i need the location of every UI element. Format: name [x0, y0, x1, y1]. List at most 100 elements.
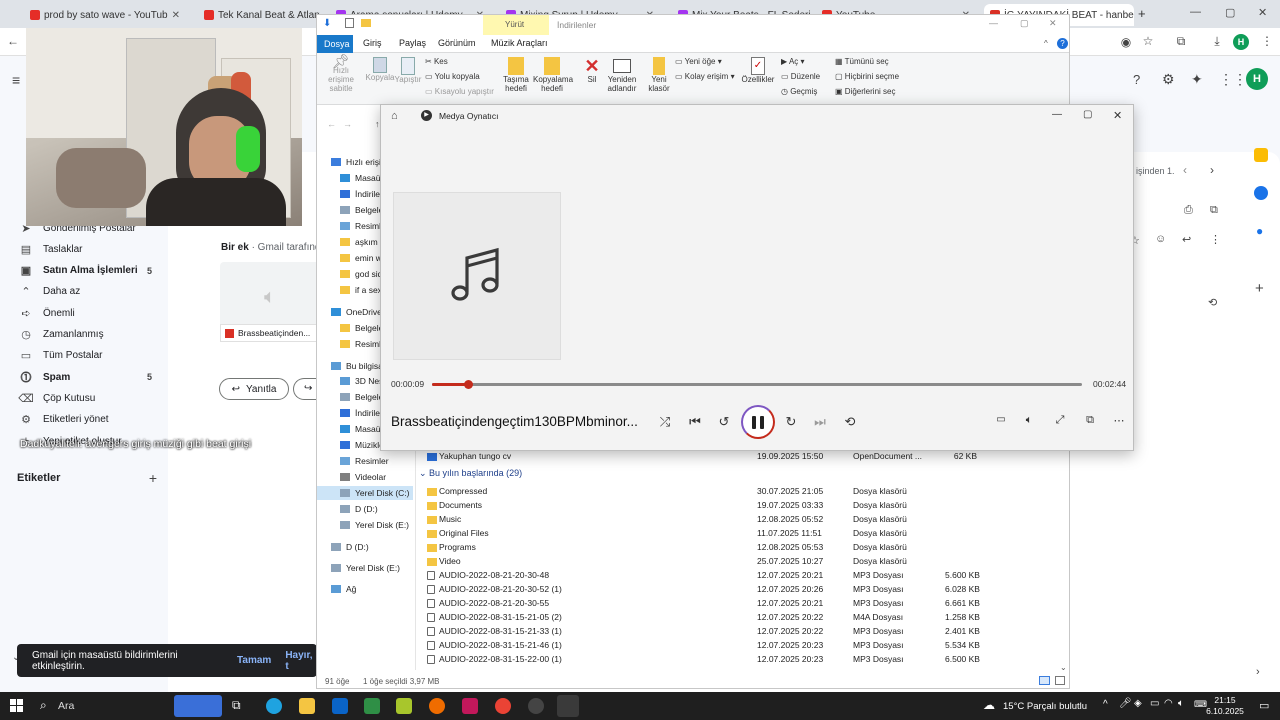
file-row[interactable]: AUDIO-2022-08-31-15-21-05 (2) 12.07.2025 …: [425, 611, 1045, 625]
app-icon[interactable]: [462, 698, 478, 714]
new-folder-button[interactable]: Yeni klasör: [645, 57, 673, 93]
tray-app-icon[interactable]: ◈: [1134, 698, 1142, 709]
get-addons-plus-icon[interactable]: +: [1255, 280, 1264, 297]
nav-item[interactable]: aşkım ç: [340, 235, 384, 249]
download-icon[interactable]: ⤓: [1208, 34, 1226, 49]
player-close-icon[interactable]: ✕: [1113, 109, 1122, 122]
explorer-minimize-icon[interactable]: —: [989, 18, 998, 28]
wifi-icon[interactable]: ◠: [1164, 698, 1173, 709]
nav-item[interactable]: İndirilen: [340, 187, 385, 201]
sidebar-item[interactable]: ⚙ Etiketleri yönet: [0, 410, 170, 430]
settings-gear-icon[interactable]: ⚙: [1162, 71, 1175, 88]
help-icon[interactable]: ?: [1057, 38, 1068, 49]
mini-player-icon[interactable]: ⧉: [1080, 414, 1100, 427]
file-row[interactable]: AUDIO-2022-08-21-20-30-48 12.07.2025 20:2…: [425, 569, 1045, 583]
edit-button[interactable]: ▭ Düzenle: [781, 72, 820, 81]
copy-path-button[interactable]: ▭ Yolu kopyala: [425, 72, 480, 81]
extension-icon[interactable]: ◉: [1117, 35, 1135, 49]
battery-icon[interactable]: ▭: [1150, 698, 1159, 709]
nav-item[interactable]: Yerel Disk (C:): [317, 486, 413, 500]
paste-button[interactable]: Yapıştır: [393, 57, 423, 84]
sidebar-item[interactable]: ▭ Tüm Postalar: [0, 346, 170, 366]
tab-view[interactable]: Görünüm: [438, 38, 476, 48]
account-avatar[interactable]: H: [1246, 68, 1268, 90]
nav-item[interactable]: D (D:): [331, 540, 369, 554]
nav-item[interactable]: if a sex: [340, 283, 382, 297]
file-row[interactable]: Compressed 30.07.2025 21:05 Dosya klasörü: [425, 485, 1045, 499]
copy-to-button[interactable]: Kopyalama hedefi: [533, 57, 573, 93]
file-row[interactable]: Yakuphan tungo cv 19.09.2025 15:50 OpenDoc…: [425, 450, 1045, 464]
nav-item[interactable]: D (D:): [340, 502, 378, 516]
nav-item[interactable]: OneDrive: [331, 305, 382, 319]
pin-quick-access-button[interactable]: 📌︎ Hızlı erişime sabitle: [321, 54, 361, 93]
brave-icon[interactable]: [429, 698, 445, 714]
edge-icon[interactable]: [266, 698, 282, 714]
file-row[interactable]: AUDIO-2022-08-31-15-21-46 (1) 12.07.2025 …: [425, 639, 1045, 653]
select-none-button[interactable]: ▢ Hiçbirini seçme: [835, 72, 899, 81]
repeat-icon[interactable]: ⟲: [840, 414, 860, 430]
keep-icon[interactable]: [1254, 148, 1268, 162]
file-row[interactable]: Programs 12.08.2025 05:53 Dosya klasörü: [425, 541, 1045, 555]
start-windows-icon[interactable]: [10, 699, 23, 712]
emoji-icon[interactable]: ☺: [1155, 233, 1166, 245]
back-arrow-icon[interactable]: ←: [4, 34, 22, 48]
sidebar-item[interactable]: ⓵ Spam 5: [0, 367, 170, 387]
print-icon[interactable]: ⎙: [1184, 204, 1193, 217]
tray-chevron-icon[interactable]: ^: [1103, 699, 1108, 710]
explorer-maximize-icon[interactable]: ▢: [1020, 18, 1029, 29]
previous-track-icon[interactable]: ⏮︎: [685, 414, 705, 430]
nav-item[interactable]: İndirilen: [340, 406, 385, 420]
file-row[interactable]: Documents 19.07.2025 03:33 Dosya klasörü: [425, 499, 1045, 513]
browser-tab[interactable]: prod by sato wave - YouTub ✕: [24, 4, 184, 26]
obs-icon[interactable]: [528, 698, 544, 714]
apps-grid-icon[interactable]: ⋮⋮: [1219, 71, 1247, 88]
search-highlight-image[interactable]: [174, 695, 222, 717]
file-row[interactable]: AUDIO-2022-08-31-15-22-00 (1) 12.07.2025 …: [425, 653, 1045, 667]
nav-forward-icon[interactable]: →: [343, 119, 352, 129]
details-view-icon[interactable]: [1039, 676, 1050, 685]
rename-button[interactable]: Yeniden adlandır: [605, 57, 639, 93]
new-tab-icon[interactable]: +: [1138, 6, 1146, 21]
minimize-icon[interactable]: —: [1190, 6, 1201, 18]
tab-share[interactable]: Paylaş: [399, 38, 426, 48]
file-row[interactable]: AUDIO-2022-08-31-15-21-33 (1) 12.07.2025 …: [425, 625, 1045, 639]
history-button[interactable]: ◷ Geçmiş: [781, 87, 817, 96]
tasks-icon[interactable]: [1254, 186, 1268, 200]
nav-item[interactable]: Bu bilgisa: [331, 359, 383, 373]
extensions-puzzle-icon[interactable]: ⧉: [1172, 34, 1190, 49]
sidebar-item[interactable]: ➪ Önemli: [0, 303, 170, 323]
open-new-window-icon[interactable]: ⧉: [1210, 204, 1218, 217]
file-tab[interactable]: Dosya: [317, 35, 353, 53]
shuffle-icon[interactable]: ⤮: [655, 414, 675, 430]
side-panel-toggle-icon[interactable]: ›: [1256, 666, 1260, 678]
home-icon[interactable]: ⌂: [391, 110, 398, 122]
outlook-icon[interactable]: [332, 698, 348, 714]
copy-button[interactable]: Kopyala: [365, 57, 395, 82]
attachment-card[interactable]: 🔈︎ Brassbeatiçinden...: [220, 262, 320, 342]
more-options-icon[interactable]: ⋯: [1109, 414, 1129, 427]
sidebar-item[interactable]: ▣ Satın Alma İşlemleri 5: [0, 261, 170, 281]
notification-icon[interactable]: ▭: [1259, 699, 1269, 712]
search-icon[interactable]: ⌕: [40, 698, 47, 713]
fl-studio-icon[interactable]: [396, 698, 412, 714]
file-row[interactable]: AUDIO-2022-08-21-20-30-52 (1) 12.07.2025 …: [425, 583, 1045, 597]
sidebar-item[interactable]: ◷ Zamanlanmış: [0, 325, 170, 345]
cut-button[interactable]: ✂ Kes: [425, 57, 448, 66]
scroll-down-icon[interactable]: ⌄: [1060, 663, 1067, 672]
newer-chevron-icon[interactable]: ‹: [1183, 163, 1187, 177]
file-row[interactable]: AUDIO-2022-08-21-20-30-55 12.07.2025 20:2…: [425, 597, 1045, 611]
browser-tab[interactable]: Tek Kanal Beat & Atlanta Trap✕: [198, 4, 320, 26]
nav-item[interactable]: Resimler: [340, 454, 389, 468]
file-row[interactable]: Video 25.07.2025 10:27 Dosya klasörü: [425, 555, 1045, 569]
reply-button[interactable]: ↩ Yanıtla: [219, 378, 289, 400]
task-view-icon[interactable]: ⧉: [232, 698, 248, 714]
taskbar-search-box[interactable]: Ara: [58, 700, 74, 712]
maximize-icon[interactable]: ▢: [1225, 6, 1235, 19]
seek-bar-thumb[interactable]: [463, 380, 473, 389]
add-label-plus-icon[interactable]: +: [149, 470, 157, 486]
chrome-icon[interactable]: [495, 698, 511, 714]
new-folder-icon[interactable]: [361, 19, 371, 27]
mic-icon[interactable]: 🎤︎: [1119, 698, 1132, 709]
clock[interactable]: 21:15 6.10.2025: [1205, 695, 1245, 717]
older-chevron-icon[interactable]: ›: [1210, 163, 1214, 177]
